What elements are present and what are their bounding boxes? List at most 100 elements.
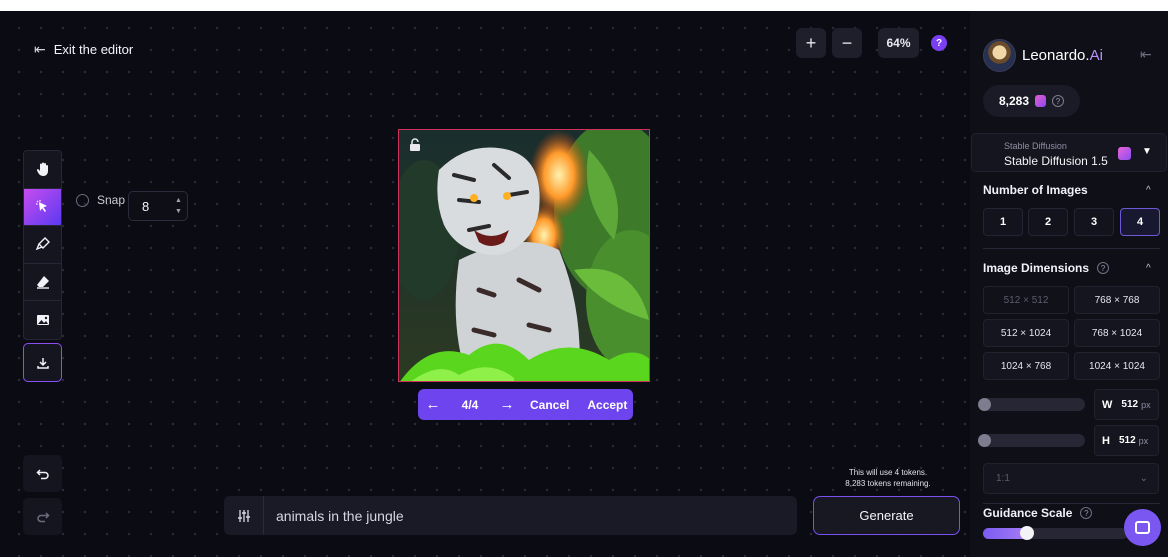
num-images-4-button[interactable]: 4 xyxy=(1120,208,1160,236)
help-circle-icon[interactable]: ? xyxy=(1080,507,1093,519)
prompt-text: animals in the jungle xyxy=(276,507,404,524)
eraser-tool-button[interactable] xyxy=(24,264,61,301)
width-label: W xyxy=(1102,398,1113,411)
token-coin-icon xyxy=(1035,95,1047,107)
chevron-down-icon: ⌄ xyxy=(1139,473,1148,484)
brand-name-suffix: Ai xyxy=(1089,47,1103,64)
brush-icon xyxy=(35,237,50,251)
sliders-icon xyxy=(237,509,250,522)
support-chat-button[interactable] xyxy=(1124,509,1161,546)
undo-icon xyxy=(35,468,49,479)
guidance-scale-label: Guidance Scale xyxy=(983,506,1073,520)
undo-button[interactable] xyxy=(23,455,62,492)
snap-label: Snap xyxy=(97,193,126,207)
model-selector[interactable]: Stable Diffusion Stable Diffusion 1.5 ▼ xyxy=(971,133,1167,172)
snap-value-input[interactable]: 8 ▲ ▼ xyxy=(128,191,188,221)
exit-editor-link[interactable]: ⇤ Exit the editor xyxy=(34,41,133,58)
width-unit: px xyxy=(1141,399,1151,410)
redo-icon xyxy=(36,511,50,522)
token-usage-line: This will use 4 tokens. xyxy=(848,468,928,477)
height-label: H xyxy=(1102,434,1110,447)
chevron-up-icon[interactable]: ^ xyxy=(1146,263,1151,274)
height-slider[interactable] xyxy=(981,434,1085,447)
width-value: 512 xyxy=(1121,399,1139,410)
avatar[interactable] xyxy=(983,39,1016,72)
variation-counter: 4/4 xyxy=(461,397,479,412)
number-of-images-title: Number of Images xyxy=(983,183,1088,197)
snap-radio[interactable] xyxy=(76,193,89,207)
dimension-512x1024-button[interactable]: 512 × 1024 xyxy=(983,319,1069,347)
image-icon xyxy=(36,314,49,325)
eraser-icon xyxy=(36,275,49,289)
tool-palette xyxy=(23,150,62,340)
lock-icon[interactable] xyxy=(408,138,422,155)
number-of-images-label: Number of Images xyxy=(983,183,1088,197)
brand: Leonardo.Ai xyxy=(983,39,1103,72)
width-field[interactable]: W 512 px xyxy=(1094,389,1159,420)
stepper-up-icon[interactable]: ▲ xyxy=(175,195,182,206)
model-family: Stable Diffusion xyxy=(1004,141,1067,151)
prompt-input[interactable]: animals in the jungle xyxy=(224,496,797,535)
select-icon xyxy=(35,199,47,212)
collapse-panel-icon[interactable]: ⇤ xyxy=(1140,46,1152,63)
prompt-settings-button[interactable] xyxy=(224,496,264,535)
next-arrow-icon[interactable]: → xyxy=(492,396,522,413)
chevron-down-icon[interactable]: ▼ xyxy=(1142,146,1152,157)
image-tool-button[interactable] xyxy=(24,301,61,339)
token-usage-note: This will use 4 tokens. 8,283 tokens rem… xyxy=(818,467,958,489)
select-tool-button[interactable] xyxy=(24,188,61,226)
chevron-up-icon[interactable]: ^ xyxy=(1146,185,1151,196)
model-name: Stable Diffusion 1.5 xyxy=(1004,154,1108,168)
exit-label: Exit the editor xyxy=(53,42,134,57)
width-slider-handle[interactable] xyxy=(978,398,991,411)
redo-button[interactable] xyxy=(23,498,62,535)
num-images-3-button[interactable]: 3 xyxy=(1074,208,1114,236)
guidance-scale-title: Guidance Scale ? xyxy=(983,506,1093,520)
aspect-ratio-value: 1:1 xyxy=(996,473,1010,484)
hand-icon xyxy=(36,162,48,177)
accept-button[interactable]: Accept xyxy=(587,398,627,412)
brand-name: Leonardo.Ai xyxy=(1022,47,1103,64)
zoom-out-button[interactable]: − xyxy=(832,28,862,58)
generate-button[interactable]: Generate xyxy=(813,496,960,535)
brand-name-text: Leonardo. xyxy=(1022,47,1090,64)
help-circle-icon[interactable]: ? xyxy=(1052,95,1065,107)
token-balance: 8,283 ? xyxy=(983,85,1080,117)
dimension-512x512-button[interactable]: 512 × 512 xyxy=(983,286,1069,314)
download-button[interactable] xyxy=(23,343,62,382)
tiger-artwork xyxy=(399,130,649,381)
stepper-down-icon[interactable]: ▼ xyxy=(175,206,182,217)
chat-icon xyxy=(1135,521,1150,534)
previous-arrow-icon[interactable]: ← xyxy=(418,396,448,413)
dimension-768x768-button[interactable]: 768 × 768 xyxy=(1074,286,1160,314)
top-strip xyxy=(0,0,1168,11)
generated-image[interactable] xyxy=(398,129,650,382)
zoom-in-button[interactable]: + xyxy=(796,28,826,58)
dimension-1024x768-button[interactable]: 1024 × 768 xyxy=(983,352,1069,380)
variation-navigator: ← 4/4 → Cancel Accept xyxy=(418,389,633,420)
dimension-1024x1024-button[interactable]: 1024 × 1024 xyxy=(1074,352,1160,380)
aspect-ratio-select[interactable]: 1:1 ⌄ xyxy=(983,463,1159,494)
snap-toggle[interactable]: Snap xyxy=(76,193,125,207)
dimension-768x1024-button[interactable]: 768 × 1024 xyxy=(1074,319,1160,347)
divider xyxy=(983,248,1160,249)
height-slider-handle[interactable] xyxy=(978,434,991,447)
help-circle-icon[interactable]: ? xyxy=(1097,262,1110,274)
snap-stepper[interactable]: ▲ ▼ xyxy=(170,192,187,220)
hand-tool-button[interactable] xyxy=(24,151,61,189)
guidance-scale-slider[interactable] xyxy=(983,528,1128,539)
num-images-1-button[interactable]: 1 xyxy=(983,208,1023,236)
download-icon xyxy=(36,357,49,369)
zoom-level: 64% xyxy=(878,28,919,58)
image-dimensions-label: Image Dimensions xyxy=(983,261,1090,275)
token-remaining-line: 8,283 tokens remaining. xyxy=(845,479,931,488)
guidance-scale-handle[interactable] xyxy=(1020,526,1034,540)
help-icon[interactable]: ? xyxy=(931,35,947,51)
image-dimensions-title: Image Dimensions ? xyxy=(983,261,1110,275)
width-slider[interactable] xyxy=(981,398,1085,411)
height-field[interactable]: H 512 px xyxy=(1094,425,1159,456)
num-images-2-button[interactable]: 2 xyxy=(1028,208,1068,236)
brush-tool-button[interactable] xyxy=(24,226,61,264)
cancel-button[interactable]: Cancel xyxy=(530,398,569,412)
height-unit: px xyxy=(1138,435,1149,446)
